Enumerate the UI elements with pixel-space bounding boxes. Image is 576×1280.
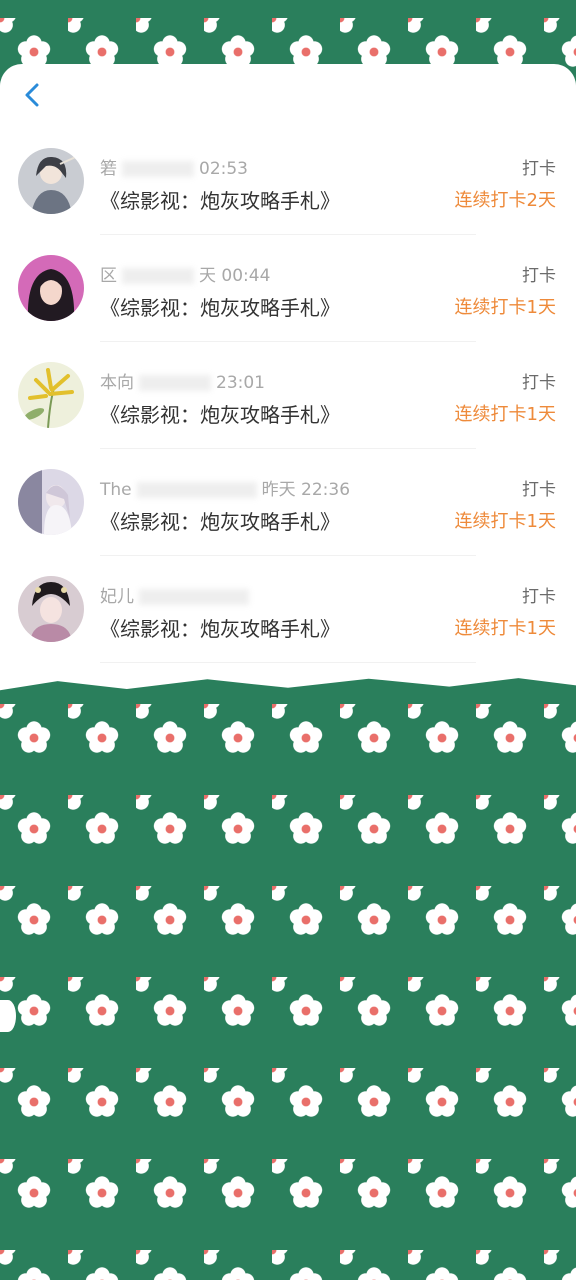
redacted-blur — [139, 589, 249, 605]
user-name: 箬 — [100, 159, 117, 179]
checkin-meta: 妃儿 — [100, 582, 254, 607]
checkin-time: 02:53 — [199, 159, 248, 179]
top-nav-bar — [0, 64, 576, 128]
checkin-time: 天 00:44 — [199, 266, 271, 286]
checkin-row[interactable]: The 昨天 22:36 《综影视：炮灰攻略手札》 打卡 连续打卡1天 — [0, 449, 576, 556]
book-title: 《综影视：炮灰攻略手札》 — [100, 617, 340, 641]
user-name: The — [100, 480, 132, 500]
user-name: 妃儿 — [100, 587, 134, 607]
checkin-meta: 区 天 00:44 — [100, 261, 271, 286]
book-title: 《综影视：炮灰攻略手札》 — [100, 189, 340, 213]
checkin-action-label: 打卡 — [522, 480, 556, 500]
streak-label: 连续打卡1天 — [454, 618, 556, 639]
checkin-action-label: 打卡 — [522, 266, 556, 286]
avatar[interactable] — [18, 576, 84, 642]
avatar[interactable] — [18, 469, 84, 535]
checkin-time: 23:01 — [216, 373, 265, 393]
user-name: 本向 — [100, 373, 134, 393]
chevron-left-icon[interactable] — [18, 80, 48, 110]
avatar[interactable] — [18, 255, 84, 321]
checkin-row[interactable]: 妃儿 《综影视：炮灰攻略手札》 打卡 连续打卡1天 — [0, 556, 576, 663]
avatar[interactable] — [18, 148, 84, 214]
redacted-blur — [122, 161, 194, 177]
book-title: 《综影视：炮灰攻略手札》 — [100, 296, 340, 320]
checkin-meta: 本向 23:01 — [100, 368, 265, 393]
decorative-flower-pattern-bottom — [0, 678, 576, 1280]
streak-label: 连续打卡1天 — [454, 511, 556, 532]
checkin-row[interactable]: 箬 02:53 《综影视：炮灰攻略手札》 打卡 连续打卡2天 — [0, 128, 576, 235]
redacted-blur — [139, 375, 211, 391]
checkin-meta: The 昨天 22:36 — [100, 475, 351, 500]
checkin-action-label: 打卡 — [522, 587, 556, 607]
checkin-row[interactable]: 本向 23:01 《综影视：炮灰攻略手札》 打卡 连续打卡1天 — [0, 342, 576, 449]
checkin-action-label: 打卡 — [522, 373, 556, 393]
streak-label: 连续打卡2天 — [454, 190, 556, 211]
checkin-list: 箬 02:53 《综影视：炮灰攻略手札》 打卡 连续打卡2天 区 天 00:44 《… — [0, 128, 576, 666]
book-title: 《综影视：炮灰攻略手札》 — [100, 510, 340, 534]
streak-label: 连续打卡1天 — [454, 297, 556, 318]
streak-label: 连续打卡1天 — [454, 404, 556, 425]
checkin-time: 昨天 22:36 — [261, 480, 351, 500]
checkin-meta: 箬 02:53 — [100, 154, 248, 179]
book-title: 《综影视：炮灰攻略手札》 — [100, 403, 340, 427]
redacted-blur — [122, 268, 194, 284]
user-name: 区 — [100, 266, 117, 286]
redacted-blur — [136, 482, 257, 498]
avatar[interactable] — [18, 362, 84, 428]
checkin-row[interactable]: 区 天 00:44 《综影视：炮灰攻略手札》 打卡 连续打卡1天 — [0, 235, 576, 342]
pattern-edge-gap — [0, 1000, 16, 1032]
checkin-action-label: 打卡 — [522, 159, 556, 179]
